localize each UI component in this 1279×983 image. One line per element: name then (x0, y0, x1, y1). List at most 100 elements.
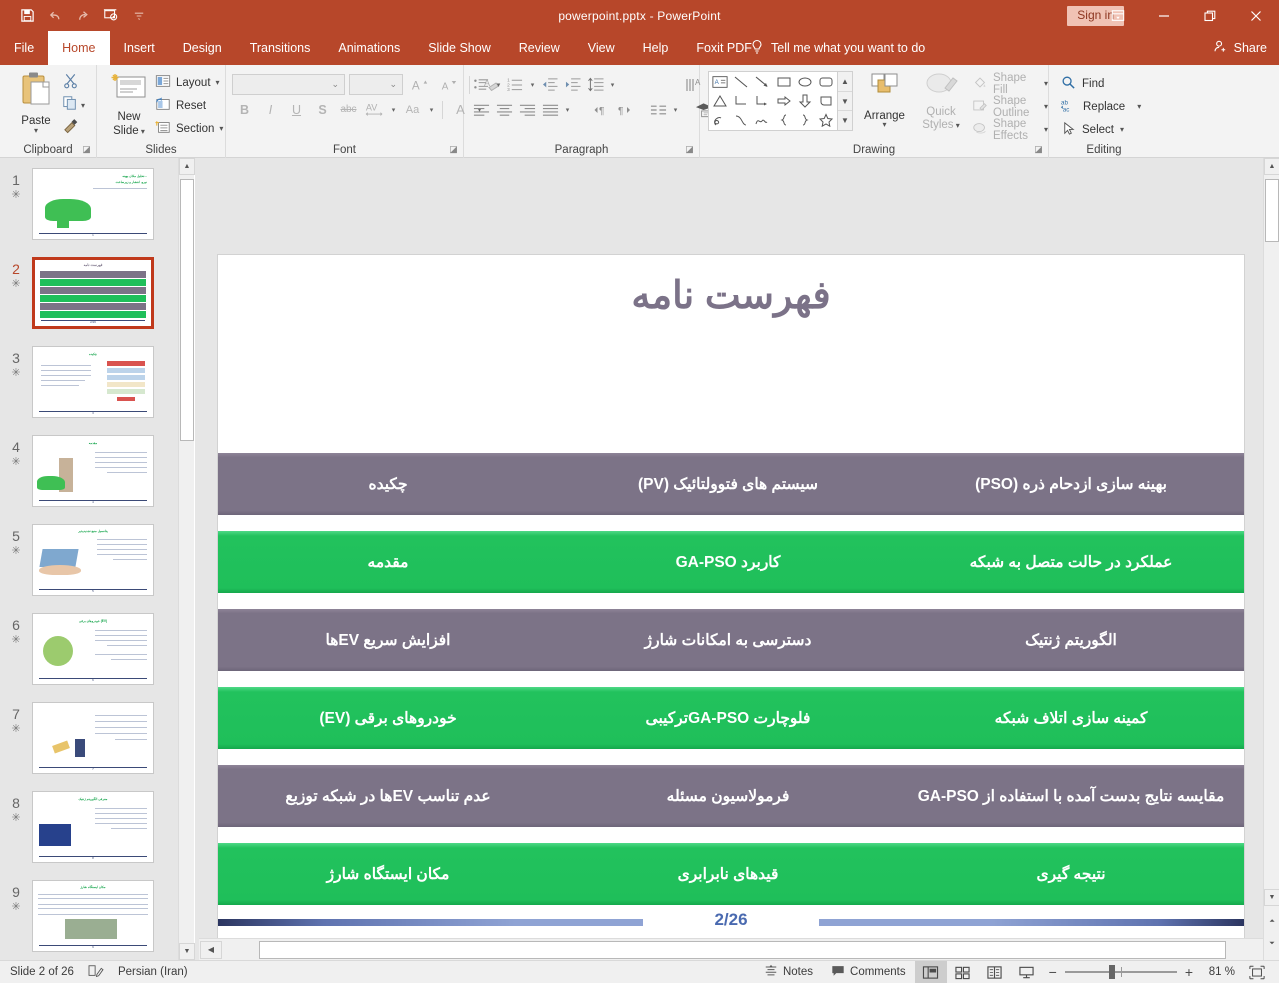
thumbnail-image-5[interactable]: پتانسیل منبع تجدیدپذیر 5 (32, 524, 154, 596)
thumbnail-slide-1[interactable]: 1 ✳ تحلیل مکان بهینه... نیرو، انتشار و ز… (0, 168, 178, 240)
reading-view-button[interactable] (979, 961, 1011, 983)
chevron-down-icon[interactable]: ▾ (81, 101, 85, 109)
rtl-icon[interactable]: ¶ (614, 98, 637, 121)
tab-transitions[interactable]: Transitions (236, 31, 325, 65)
arrange-button[interactable]: Arrange ▾ (857, 71, 912, 129)
toc-cell-4-3[interactable]: کمینه سازی اتلاف شبکه (898, 709, 1244, 728)
save-icon[interactable] (14, 3, 40, 29)
font-dialog-launcher[interactable]: ◪ (448, 144, 459, 155)
tab-view[interactable]: View (574, 31, 629, 65)
align-right-icon[interactable] (516, 98, 539, 121)
clipboard-dialog-launcher[interactable]: ◪ (81, 144, 92, 155)
toc-row-1[interactable]: چکیده سیستم های فتوولتائیک (PV) بهینه سا… (218, 453, 1244, 515)
thumbnail-slide-5[interactable]: 5 ✳ پتانسیل منبع تجدیدپذیر 5 (0, 524, 178, 596)
toc-cell-3-3[interactable]: الگوریتم ژنتیک (898, 631, 1244, 650)
toc-cell-1-2[interactable]: سیستم های فتوولتائیک (PV) (558, 475, 898, 494)
format-painter-button[interactable] (62, 117, 96, 140)
thumbnail-slide-3[interactable]: 3 ✳ چکیده 3 (0, 346, 178, 418)
toc-cell-1-3[interactable]: بهینه سازی ازدحام ذره (PSO) (898, 475, 1244, 494)
toc-cell-5-2[interactable]: فرمولاسیون مسئله (558, 787, 898, 806)
freeform-shape-icon[interactable] (752, 111, 773, 130)
tell-me-search[interactable]: Tell me what you want to do (750, 31, 925, 65)
toc-cell-6-2[interactable]: قیدهای نابرابری (558, 865, 898, 884)
decrease-font-size-icon[interactable]: A (436, 73, 461, 96)
text-shadow-button[interactable]: S (310, 98, 335, 121)
previous-slide-icon[interactable]: ⏶ (1264, 913, 1279, 930)
increase-font-size-icon[interactable]: A (407, 73, 432, 96)
replace-button[interactable]: ab ac Replace ▾ (1061, 95, 1141, 118)
toc-cell-2-3[interactable]: عملکرد در حالت متصل به شبکه (898, 553, 1244, 572)
chevron-down-icon[interactable]: ▾ (388, 98, 399, 121)
close-icon[interactable] (1233, 0, 1279, 31)
toc-cell-2-1[interactable]: مقدمه (218, 553, 558, 572)
current-slide[interactable]: فهرست نامه چکیده سیستم های فتوولتائیک (P… (218, 255, 1244, 983)
line-shape-icon[interactable] (730, 72, 751, 91)
chevron-down-icon[interactable]: ▾ (493, 73, 504, 96)
thumbnail-scroll-down-icon[interactable]: ▼ (179, 943, 195, 960)
slide-sorter-view-button[interactable] (947, 961, 979, 983)
toc-cell-5-3[interactable]: مقایسه نتایج بدست آمده با استفاده از GA-… (898, 787, 1244, 806)
shape-effects-button[interactable]: Shape Effects ▾ (972, 118, 1048, 142)
copy-button[interactable]: ▾ (62, 94, 96, 117)
zoom-in-button[interactable]: + (1185, 964, 1193, 980)
redo-icon[interactable] (70, 3, 96, 29)
toc-row-2[interactable]: مقدمه کاربرد GA-PSO عملکرد در حالت متصل … (218, 531, 1244, 593)
zoom-slider-handle[interactable] (1108, 965, 1115, 979)
slide-edit-area[interactable]: فهرست نامه چکیده سیستم های فتوولتائیک (P… (195, 158, 1279, 983)
slide-hscrollbar-thumb[interactable] (259, 940, 1226, 959)
restore-icon[interactable] (1187, 0, 1233, 31)
toc-cell-5-1[interactable]: عدم تناسب EVها در شبکه توزیع (218, 787, 558, 806)
slide-scroll-up-icon[interactable]: ▲ (1264, 158, 1279, 175)
language-indicator[interactable]: Persian (Iran) (118, 966, 188, 978)
thumbnail-image-9[interactable]: مکان ایستگاه شارژ 9 (32, 880, 154, 952)
chevron-down-icon[interactable]: ▾ (670, 98, 681, 121)
toc-cell-2-2[interactable]: کاربرد GA-PSO (558, 553, 898, 572)
bold-button[interactable]: B (232, 98, 257, 121)
toc-cell-6-1[interactable]: مکان ایستگاه شارژ (218, 865, 558, 884)
italic-button[interactable]: I (258, 98, 283, 121)
tab-insert[interactable]: Insert (110, 31, 169, 65)
quick-styles-button[interactable]: Quick Styles ▾ (914, 71, 968, 132)
customize-qat-icon[interactable] (126, 3, 152, 29)
thumbnail-image-1[interactable]: تحلیل مکان بهینه... نیرو، انتشار و زیرسا… (32, 168, 154, 240)
right-arrow-shape-icon[interactable] (773, 91, 794, 110)
thumbnail-slide-8[interactable]: 8 ✳ معرفی الگوریتم ژنتیک 8 (0, 791, 178, 863)
slide-show-view-button[interactable] (1011, 961, 1043, 983)
thumbnail-image-4[interactable]: مقدمه 4 (32, 435, 154, 507)
paste-button[interactable]: Paste ▾ (10, 71, 62, 135)
slide-title[interactable]: فهرست نامه (218, 273, 1244, 318)
rounded-rectangle-shape-icon[interactable] (816, 72, 837, 91)
new-slide-button[interactable]: New Slide ▾ (105, 71, 153, 138)
comments-button[interactable]: Comments (822, 961, 915, 983)
arrow-shape-icon[interactable] (752, 72, 773, 91)
thumbnail-scrollbar-thumb[interactable] (180, 179, 194, 441)
textbox-shape-icon[interactable]: A (709, 72, 730, 91)
toc-cell-6-3[interactable]: نتیجه گیری (898, 865, 1244, 884)
justify-icon[interactable] (539, 98, 562, 121)
tab-home[interactable]: Home (48, 31, 110, 65)
elbow-connector-icon[interactable] (730, 91, 751, 110)
chevron-down-icon[interactable]: ▾ (1137, 102, 1141, 110)
tab-slide-show[interactable]: Slide Show (414, 31, 505, 65)
toc-row-6[interactable]: مکان ایستگاه شارژ قیدهای نابرابری نتیجه … (218, 843, 1244, 905)
chevron-down-icon[interactable]: ▾ (216, 78, 220, 86)
toc-row-5[interactable]: عدم تناسب EVها در شبکه توزیع فرمولاسیون … (218, 765, 1244, 827)
proofing-icon[interactable] (88, 964, 104, 981)
strikethrough-button[interactable]: abc (336, 98, 361, 121)
font-name-combobox[interactable]: ⌄ (232, 74, 345, 95)
shape-fill-button[interactable]: Shape Fill ▾ (972, 72, 1048, 96)
font-size-combobox[interactable]: ⌄ (349, 74, 403, 95)
chevron-down-icon[interactable]: ▾ (527, 73, 538, 96)
align-center-icon[interactable] (493, 98, 516, 121)
chevron-down-icon[interactable]: ▾ (426, 98, 437, 121)
thumbnail-image-6[interactable]: خودروهای برقی (EV) 6 (32, 613, 154, 685)
tab-review[interactable]: Review (505, 31, 574, 65)
elbow-arrow-connector-icon[interactable] (752, 91, 773, 110)
oval-shape-icon[interactable] (794, 72, 815, 91)
thumbnail-image-3[interactable]: چکیده 3 (32, 346, 154, 418)
slide-vertical-scrollbar[interactable]: ▲ ▼ ⏶ ⏷ (1263, 158, 1279, 960)
paragraph-dialog-launcher[interactable]: ◪ (684, 144, 695, 155)
slide-thumbnail-pane[interactable]: 1 ✳ تحلیل مکان بهینه... نیرو، انتشار و ز… (0, 158, 194, 960)
chevron-down-icon[interactable]: ▾ (607, 73, 618, 96)
slide-horizontal-scrollbar[interactable]: ◀ (199, 938, 1263, 960)
